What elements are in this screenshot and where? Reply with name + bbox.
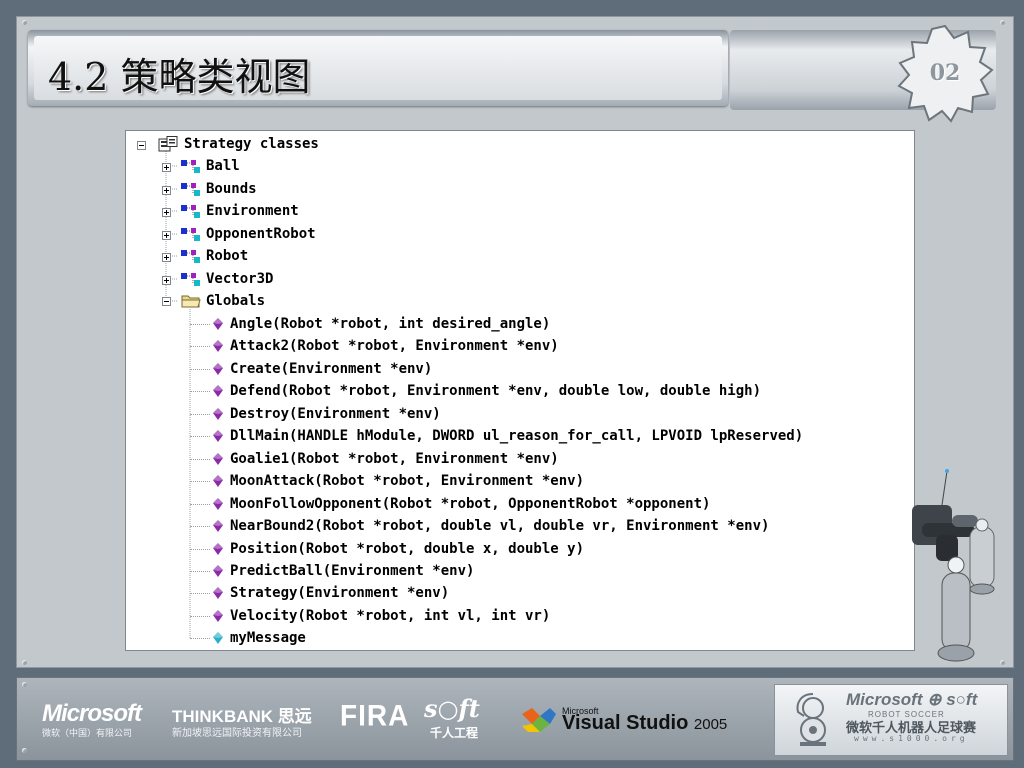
tree-connector: [190, 615, 210, 617]
class-icon: [181, 205, 200, 218]
class-expand-toggle[interactable]: [162, 253, 171, 262]
tree-connector: [190, 368, 210, 370]
rivet: [22, 660, 27, 665]
class-view-tree[interactable]: Strategy classes Ball Bounds Environment Op…: [125, 130, 915, 651]
page-number: 02: [929, 60, 961, 86]
global-function-item[interactable]: PredictBall(Environment *env): [230, 561, 474, 581]
robot-soccer-icon: [796, 693, 826, 746]
rivet: [22, 682, 27, 687]
global-function-item[interactable]: Destroy(Environment *env): [230, 404, 441, 424]
globals-label[interactable]: Globals: [206, 291, 265, 311]
tree-connector: [190, 570, 210, 572]
microsoft-logo: Microsoft: [42, 700, 142, 727]
class-expand-toggle[interactable]: [162, 208, 171, 217]
function-icon: [213, 407, 223, 420]
tree-root-label[interactable]: Strategy classes: [184, 134, 319, 154]
class-icon: [181, 227, 200, 241]
class-item-label[interactable]: OpponentRobot: [206, 224, 316, 244]
global-function-item[interactable]: MoonAttack(Robot *robot, Environment *en…: [230, 471, 584, 491]
tree-connector: [190, 413, 210, 415]
global-function-item[interactable]: DllMain(HANDLE hModule, DWORD ul_reason_…: [230, 426, 803, 446]
class-item-label[interactable]: Ball: [206, 156, 240, 176]
folder-icon: [181, 295, 201, 308]
function-icon: [213, 542, 223, 555]
rivet: [1000, 20, 1005, 25]
function-icon: [213, 385, 223, 398]
function-icon: [213, 362, 223, 375]
visual-studio-icon: [522, 708, 556, 732]
visual-studio-logo: Visual Studio 2005: [562, 712, 727, 735]
global-function-item[interactable]: Goalie1(Robot *robot, Environment *env): [230, 449, 559, 469]
global-function-item[interactable]: Attack2(Robot *robot, Environment *env): [230, 336, 559, 356]
rivet: [22, 748, 27, 753]
tree-connector: [190, 458, 210, 460]
thinkbank-logo-sub: 新加坡思远国际投资有限公司: [172, 728, 302, 739]
class-icon: [181, 160, 200, 173]
class-item-label[interactable]: Bounds: [206, 179, 257, 199]
global-function-item[interactable]: Defend(Robot *robot, Environment *env, d…: [230, 381, 761, 401]
function-icon: [213, 609, 223, 622]
tree-connector: [190, 593, 210, 595]
globals-collapse-toggle[interactable]: [162, 297, 171, 306]
sponsor-url: www.s1000.org: [854, 734, 969, 743]
class-icon: [181, 182, 200, 196]
tree-connector: [190, 436, 210, 438]
class-item-label[interactable]: Vector3D: [206, 269, 273, 289]
function-icon: [213, 318, 223, 330]
global-function-item[interactable]: Strategy(Environment *env): [230, 583, 449, 603]
sponsor-logo: Microsoft ⊕ s○ft: [846, 690, 978, 709]
function-icon: [213, 564, 223, 577]
class-expand-toggle[interactable]: [162, 185, 171, 195]
global-function-item[interactable]: Create(Environment *env): [230, 359, 432, 379]
tree-connector: [190, 638, 210, 640]
global-function-item[interactable]: Position(Robot *robot, double x, double …: [230, 539, 584, 559]
global-function-item[interactable]: NearBound2(Robot *robot, double vl, doub…: [230, 516, 769, 536]
fira-logo: FIRA: [340, 699, 410, 732]
root-collapse-toggle[interactable]: [137, 141, 146, 150]
function-icon: [213, 430, 223, 443]
function-icon: [213, 497, 223, 510]
class-expand-toggle[interactable]: [162, 163, 171, 172]
global-variable-item[interactable]: myMessage: [230, 628, 306, 648]
function-icon: [213, 475, 223, 488]
class-expand-toggle[interactable]: [162, 275, 171, 285]
tree-connector: [190, 548, 210, 550]
class-item-label[interactable]: Environment: [206, 201, 299, 221]
tree-connector: [190, 481, 210, 483]
class-expand-toggle[interactable]: [162, 230, 171, 240]
variable-icon: [213, 632, 223, 645]
tree-connector: [190, 526, 210, 528]
slide-title: 4.2 策略类视图: [48, 55, 311, 99]
soft-logo-sub: 千人工程: [430, 726, 479, 740]
class-item-label[interactable]: Robot: [206, 246, 248, 266]
function-icon: [213, 587, 223, 600]
robot-illustration: [912, 469, 995, 662]
visual-studio-year: 2005: [693, 716, 728, 733]
visual-studio-name: Visual Studio: [562, 712, 689, 734]
function-icon: [213, 340, 223, 353]
class-icon: [181, 272, 200, 286]
classview-icon: [158, 136, 178, 152]
rivet: [22, 20, 27, 25]
tree-connector: [190, 324, 210, 325]
tree-connector: [190, 346, 210, 348]
function-icon: [213, 520, 223, 533]
global-function-item[interactable]: Angle(Robot *robot, int desired_angle): [230, 314, 550, 334]
microsoft-logo-sub: 微软（中国）有限公司: [42, 729, 133, 739]
class-icon: [181, 250, 200, 263]
tree-connector: [190, 391, 210, 393]
global-function-item[interactable]: Velocity(Robot *robot, int vl, int vr): [230, 606, 550, 626]
global-function-item[interactable]: MoonFollowOpponent(Robot *robot, Opponen…: [230, 494, 710, 514]
tree-connector: [190, 503, 210, 505]
function-icon: [213, 452, 223, 465]
soft-logo: s○ft: [424, 694, 480, 723]
